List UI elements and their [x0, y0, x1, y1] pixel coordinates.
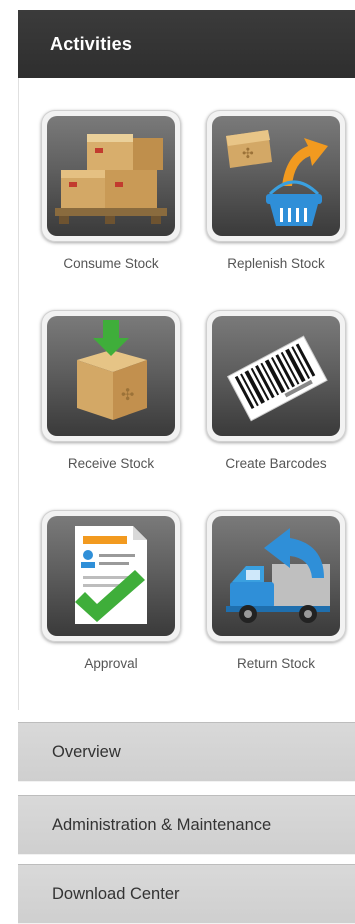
svg-text:✣: ✣	[121, 385, 134, 404]
tile-replenish-stock[interactable]: ✣ Replenish Stock	[206, 110, 355, 290]
tile-frame: ✣	[206, 110, 346, 242]
tile-label: Replenish Stock	[227, 256, 325, 271]
activities-panel: Consume Stock ✣ Replenish Stock ✣ Receiv…	[18, 78, 355, 710]
tile-frame	[206, 310, 346, 442]
tile-create-barcodes[interactable]: Create Barcodes	[206, 310, 355, 490]
return-truck-icon	[212, 516, 340, 636]
svg-text:✣: ✣	[242, 146, 254, 162]
tile-label: Return Stock	[236, 656, 316, 671]
activities-header[interactable]: Activities	[18, 10, 355, 84]
approval-document-icon	[47, 516, 175, 636]
tile-frame	[206, 510, 346, 642]
box-download-icon: ✣	[47, 316, 175, 436]
tile-label: Approval	[84, 656, 138, 671]
accordion-label: Download Center	[52, 885, 180, 903]
tile-label: Consume Stock	[63, 256, 159, 271]
tile-frame	[41, 110, 181, 242]
pallet-boxes-icon	[47, 116, 175, 236]
activities-title: Activities	[50, 34, 133, 54]
tile-return-stock[interactable]: Return Stock	[206, 510, 355, 690]
accordion-label: Administration & Maintenance	[52, 816, 272, 834]
barcode-icon	[212, 316, 340, 436]
box-to-basket-icon: ✣	[212, 116, 340, 236]
accordion-label: Overview	[52, 743, 121, 761]
accordion-administration-maintenance[interactable]: Administration & Maintenance	[18, 795, 355, 855]
tile-approval[interactable]: Approval	[41, 510, 191, 690]
accordion-download-center[interactable]: Download Center	[18, 864, 355, 924]
accordion-overview[interactable]: Overview	[18, 722, 355, 782]
tile-label: Create Barcodes	[225, 456, 327, 471]
tile-frame: ✣	[41, 310, 181, 442]
tile-label: Receive Stock	[67, 456, 155, 471]
tile-consume-stock[interactable]: Consume Stock	[41, 110, 191, 290]
tile-frame	[41, 510, 181, 642]
tile-receive-stock[interactable]: ✣ Receive Stock	[41, 310, 191, 490]
